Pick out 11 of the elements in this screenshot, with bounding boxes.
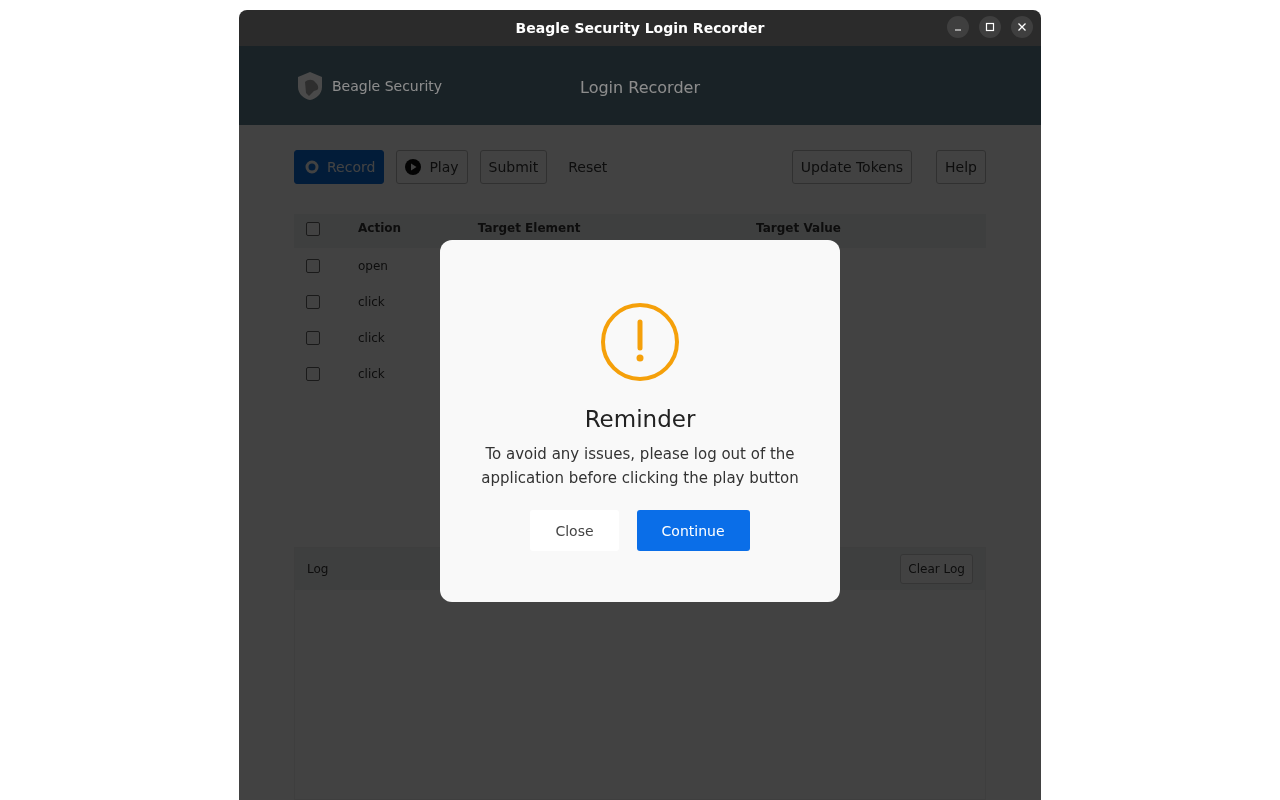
dialog-button[interactable]: Continue: [636, 510, 750, 551]
warning-icon: [600, 302, 680, 382]
close-icon[interactable]: [1011, 16, 1033, 38]
brand-name: Beagle Security: [332, 77, 443, 94]
dialog-button[interactable]: Close: [530, 510, 619, 551]
page-title: Login Recorder: [580, 78, 700, 97]
minimize-icon[interactable]: [947, 16, 969, 38]
dialog-message: To avoid any issues, please log out of the application before clicking the play button: [480, 444, 800, 489]
dialog-title: Reminder: [584, 406, 696, 432]
maximize-icon[interactable]: [979, 16, 1001, 38]
window-title: Beagle Security Login Recorder: [515, 20, 765, 36]
